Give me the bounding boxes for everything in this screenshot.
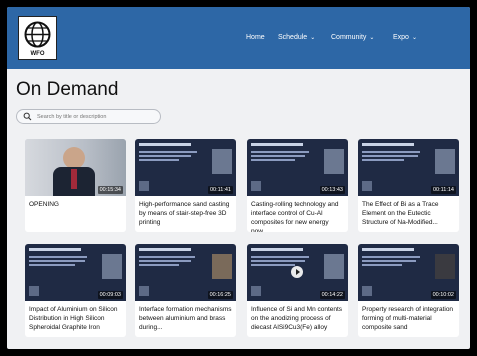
video-duration: 00:10:02 — [430, 291, 456, 299]
video-card[interactable]: 00:13:43 Casting-rolling technology and … — [247, 139, 348, 232]
nav-community[interactable]: Community ⌄ — [331, 34, 374, 41]
nav-home-label: Home — [246, 34, 265, 41]
page-title: On Demand — [16, 79, 119, 100]
speaker-photo — [324, 254, 344, 279]
chevron-down-icon: ⌄ — [411, 35, 417, 41]
speaker-photo — [212, 254, 232, 279]
nav-expo-label: Expo — [393, 34, 409, 41]
speaker-photo — [435, 254, 455, 279]
top-navigation-bar: WFO Home Schedule ⌄ Community ⌄ Expo ⌄ — [7, 7, 470, 69]
video-card[interactable]: 00:16:25 Interface formation mechanisms … — [135, 244, 236, 337]
video-title: OPENING — [29, 201, 59, 208]
video-title: Casting-rolling technology and interface… — [251, 201, 339, 232]
video-duration: 00:11:41 — [207, 186, 233, 194]
play-icon[interactable] — [291, 266, 303, 278]
nav-schedule[interactable]: Schedule ⌄ — [278, 34, 315, 41]
video-card[interactable]: 00:11:41 High-performance sand casting b… — [135, 139, 236, 232]
chevron-down-icon: ⌄ — [369, 35, 375, 41]
chevron-down-icon: ⌄ — [310, 35, 316, 41]
video-title: Influence of Si and Mn contents on the a… — [251, 306, 343, 331]
logo-text: WFO — [30, 51, 45, 57]
video-card[interactable]: 00:14:22 Influence of Si and Mn contents… — [247, 244, 348, 337]
search-input[interactable] — [37, 112, 155, 122]
video-duration: 00:13:43 — [319, 186, 345, 194]
video-card[interactable]: 00:10:02 Property research of integratio… — [358, 244, 459, 337]
nav-home[interactable]: Home — [246, 34, 265, 41]
speaker-photo — [435, 149, 455, 174]
site-logo[interactable]: WFO — [18, 16, 57, 60]
speaker-photo — [324, 149, 344, 174]
nav-schedule-label: Schedule — [278, 34, 308, 41]
nav-expo[interactable]: Expo ⌄ — [393, 34, 417, 41]
nav-community-label: Community — [331, 34, 367, 41]
video-duration: 00:15:34 — [97, 186, 123, 194]
search-box[interactable] — [16, 109, 161, 124]
video-title: Property research of integration forming… — [362, 306, 454, 331]
video-title: Impact of Aluminium on Silicon Distribut… — [29, 306, 118, 331]
app-window: WFO Home Schedule ⌄ Community ⌄ Expo ⌄ On D… — [7, 7, 470, 349]
video-duration: 00:11:14 — [430, 186, 456, 194]
speaker-photo — [212, 149, 232, 174]
speaker-photo — [102, 254, 122, 279]
globe-logo-icon — [24, 21, 51, 48]
video-duration: 00:09:03 — [97, 291, 123, 299]
video-card[interactable]: 00:11:14 The Effect of Bi as a Trace Ele… — [358, 139, 459, 232]
video-duration: 00:14:22 — [319, 291, 345, 299]
video-title: The Effect of Bi as a Trace Element on t… — [362, 201, 439, 226]
video-title: High-performance sand casting by means o… — [139, 201, 230, 226]
search-icon — [23, 112, 32, 121]
video-card[interactable]: 00:09:03 Impact of Aluminium on Silicon … — [25, 244, 126, 337]
device-frame: WFO Home Schedule ⌄ Community ⌄ Expo ⌄ On D… — [0, 0, 477, 356]
video-duration: 00:16:25 — [207, 291, 233, 299]
video-title: Interface formation mechanisms between a… — [139, 306, 232, 331]
video-card[interactable]: 00:15:34 OPENING — [25, 139, 126, 232]
